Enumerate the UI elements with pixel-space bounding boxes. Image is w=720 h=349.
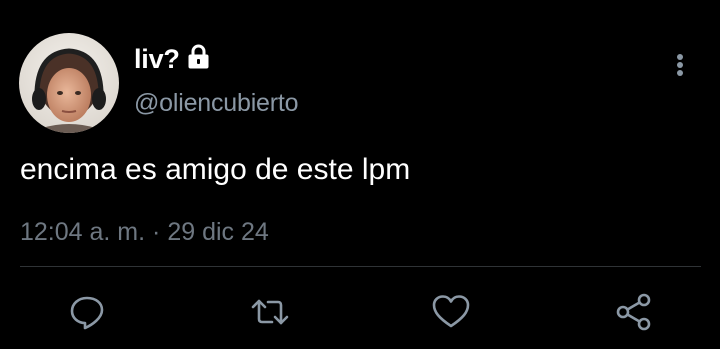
- share-button[interactable]: [614, 292, 654, 332]
- retweet-button[interactable]: [250, 292, 290, 332]
- retweet-icon: [250, 293, 290, 331]
- like-button[interactable]: [431, 292, 471, 332]
- reply-icon: [68, 293, 106, 331]
- lock-icon: [186, 44, 211, 70]
- tweet-text: encima es amigo de este lpm: [20, 153, 411, 186]
- tweet-date: 29 dic 24: [167, 218, 269, 246]
- share-icon: [614, 292, 654, 332]
- reply-button[interactable]: [67, 292, 107, 332]
- avatar[interactable]: [19, 33, 119, 133]
- tweet-time: 12:04 a. m.: [20, 218, 146, 246]
- tweet-timestamp[interactable]: 12:04 a. m. · 29 dic 24: [20, 215, 269, 249]
- user-handle[interactable]: @oliencubierto: [134, 86, 299, 120]
- more-vertical-icon[interactable]: [670, 50, 690, 80]
- heart-icon: [431, 293, 471, 331]
- display-name-row: liv?: [134, 42, 211, 76]
- meta-separator: ·: [152, 218, 161, 246]
- divider: [20, 266, 701, 267]
- display-name[interactable]: liv?: [134, 42, 180, 76]
